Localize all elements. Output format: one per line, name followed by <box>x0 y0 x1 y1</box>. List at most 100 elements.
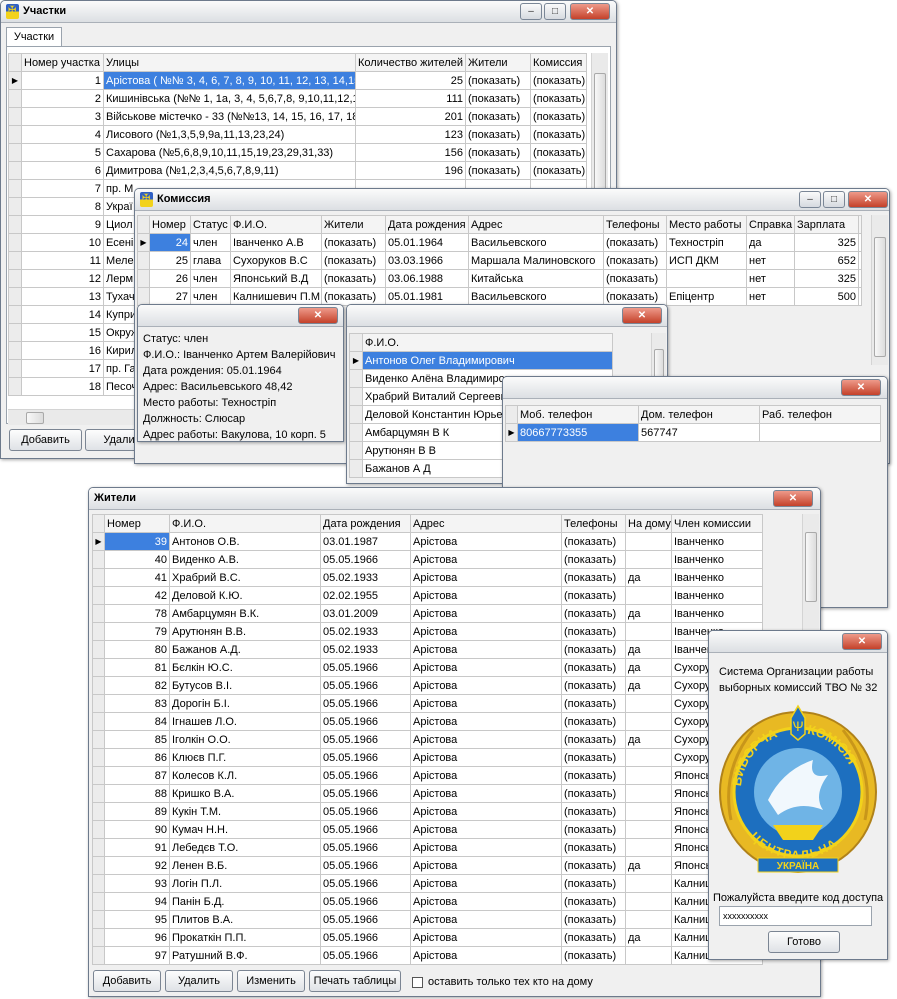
row-indicator[interactable] <box>8 377 22 396</box>
table-cell[interactable]: Арістова <box>410 910 562 929</box>
table-cell[interactable]: Іванченко <box>671 550 763 569</box>
table-cell[interactable]: (показать) <box>530 89 587 108</box>
table-cell[interactable]: (показать) <box>561 532 626 551</box>
row-indicator[interactable] <box>8 107 22 126</box>
table-cell[interactable]: (показать) <box>561 550 626 569</box>
table-cell[interactable]: 86 <box>104 748 170 767</box>
row-indicator[interactable] <box>92 874 105 893</box>
table-row[interactable]: 4 Лисового (№1,3,5,9,9а,11,13,23,24) 123 (п… <box>8 125 587 144</box>
table-cell[interactable]: Лебедєв Т.О. <box>169 838 321 857</box>
access-code-field[interactable]: xxxxxxxxxx <box>719 906 872 926</box>
table-cell[interactable]: 05.05.1966 <box>320 712 411 731</box>
table-cell[interactable]: (показать) <box>530 143 587 162</box>
table-cell[interactable]: 3 <box>21 107 104 126</box>
maximize-button[interactable]: □ <box>544 3 566 20</box>
table-cell[interactable]: (показать) <box>465 161 531 180</box>
table-row[interactable]: 91 Лебедєв Т.О. 05.05.1966 Арістова (показат… <box>92 838 763 857</box>
row-indicator[interactable] <box>349 387 363 406</box>
table-cell[interactable]: Японський В.Д <box>230 269 322 288</box>
table-row[interactable]: 3 Військове містечко - 33 (№№13, 14, 15, … <box>8 107 587 126</box>
table-cell[interactable]: 93 <box>104 874 170 893</box>
row-indicator[interactable] <box>92 568 105 587</box>
table-cell[interactable] <box>759 423 881 442</box>
column-header[interactable]: Справка <box>746 215 795 234</box>
table-cell[interactable]: Васильевского <box>468 287 604 306</box>
table-cell[interactable]: 05.05.1966 <box>320 838 411 857</box>
row-indicator[interactable] <box>8 341 22 360</box>
table-cell[interactable]: член <box>190 269 231 288</box>
table-cell[interactable]: Арістова <box>410 946 562 965</box>
table-cell[interactable]: 05.02.1933 <box>320 568 411 587</box>
table-cell[interactable]: 03.01.1987 <box>320 532 411 551</box>
table-cell[interactable]: Арістова <box>410 532 562 551</box>
table-cell[interactable] <box>625 712 672 731</box>
table-cell[interactable]: 26 <box>149 269 191 288</box>
table-cell[interactable]: ИСП ДКМ <box>666 251 747 270</box>
table-cell[interactable]: (показать) <box>561 640 626 659</box>
table-cell[interactable]: 25 <box>355 71 466 90</box>
row-indicator[interactable] <box>8 125 22 144</box>
row-indicator[interactable] <box>137 287 150 306</box>
table-row[interactable]: 82 Бутусов В.І. 05.05.1966 Арістова (показат… <box>92 676 763 695</box>
table-cell[interactable]: 90 <box>104 820 170 839</box>
row-indicator[interactable] <box>92 622 105 641</box>
table-cell[interactable]: 05.05.1966 <box>320 730 411 749</box>
table-cell[interactable]: (показать) <box>321 251 386 270</box>
table-cell[interactable]: 16 <box>21 341 104 360</box>
table-cell[interactable]: 6 <box>21 161 104 180</box>
table-cell[interactable]: 02.02.1955 <box>320 586 411 605</box>
table-cell[interactable]: (показать) <box>465 89 531 108</box>
table-cell[interactable]: Арутюнян В.В. <box>169 622 321 641</box>
close-button[interactable]: ✕ <box>773 490 813 507</box>
table-cell[interactable]: 500 <box>794 287 859 306</box>
table-cell[interactable]: 03.06.1988 <box>385 269 469 288</box>
row-indicator[interactable] <box>92 712 105 731</box>
table-cell[interactable]: (показать) <box>561 910 626 929</box>
row-indicator[interactable] <box>92 694 105 713</box>
table-cell[interactable]: Панін Б.Д. <box>169 892 321 911</box>
table-cell[interactable]: 03.03.1966 <box>385 251 469 270</box>
table-cell[interactable]: Арістова <box>410 586 562 605</box>
table-cell[interactable]: Іванченко <box>671 586 763 605</box>
row-indicator[interactable] <box>8 143 22 162</box>
table-cell[interactable]: Прокаткін П.П. <box>169 928 321 947</box>
column-header[interactable]: Зарплата <box>794 215 859 234</box>
row-indicator[interactable] <box>8 251 22 270</box>
row-indicator[interactable] <box>92 550 105 569</box>
table-cell[interactable]: Колесов К.Л. <box>169 766 321 785</box>
row-indicator[interactable] <box>137 269 150 288</box>
table-cell[interactable]: 05.05.1966 <box>320 820 411 839</box>
table-cell[interactable]: член <box>190 287 231 306</box>
table-cell[interactable]: Калнишевич П.М <box>230 287 322 306</box>
table-cell[interactable]: Антонов Олег Владимирович <box>362 351 613 370</box>
table-row[interactable]: 92 Ленен В.Б. 05.05.1966 Арістова (показать)… <box>92 856 763 875</box>
table-cell[interactable]: Військове містечко - 33 (№№13, 14, 15, 1… <box>103 107 356 126</box>
table-cell[interactable]: Арістова ( №№ 3, 4, 6, 7, 8, 9, 10, 11, … <box>103 71 356 90</box>
delete-button[interactable]: Удалить <box>165 970 233 992</box>
table-cell[interactable]: 91 <box>104 838 170 857</box>
row-indicator[interactable] <box>92 820 105 839</box>
row-indicator[interactable] <box>8 323 22 342</box>
table-cell[interactable]: Арістова <box>410 640 562 659</box>
table-cell[interactable]: 80667773355 <box>517 423 639 442</box>
table-cell[interactable]: 325 <box>794 233 859 252</box>
row-indicator[interactable] <box>8 89 22 108</box>
column-header[interactable]: Телефоны <box>603 215 667 234</box>
table-row[interactable]: 89 Кукін Т.М. 05.05.1966 Арістова (показать)… <box>92 802 763 821</box>
table-cell[interactable]: (показать) <box>530 125 587 144</box>
table-cell[interactable]: да <box>625 640 672 659</box>
table-cell[interactable] <box>625 748 672 767</box>
table-cell[interactable]: 05.05.1966 <box>320 766 411 785</box>
table-cell[interactable]: Антонов О.В. <box>169 532 321 551</box>
add-button[interactable]: Добавить <box>93 970 161 992</box>
table-cell[interactable]: (показать) <box>561 784 626 803</box>
table-cell[interactable]: Арістова <box>410 712 562 731</box>
column-header[interactable]: Номер участка <box>21 53 104 72</box>
table-cell[interactable]: да <box>746 233 795 252</box>
table-cell[interactable]: Арістова <box>410 622 562 641</box>
table-cell[interactable]: Іванченко <box>671 568 763 587</box>
row-indicator[interactable] <box>92 856 105 875</box>
table-cell[interactable]: 87 <box>104 766 170 785</box>
table-cell[interactable]: 8 <box>21 197 104 216</box>
row-indicator[interactable] <box>8 269 22 288</box>
